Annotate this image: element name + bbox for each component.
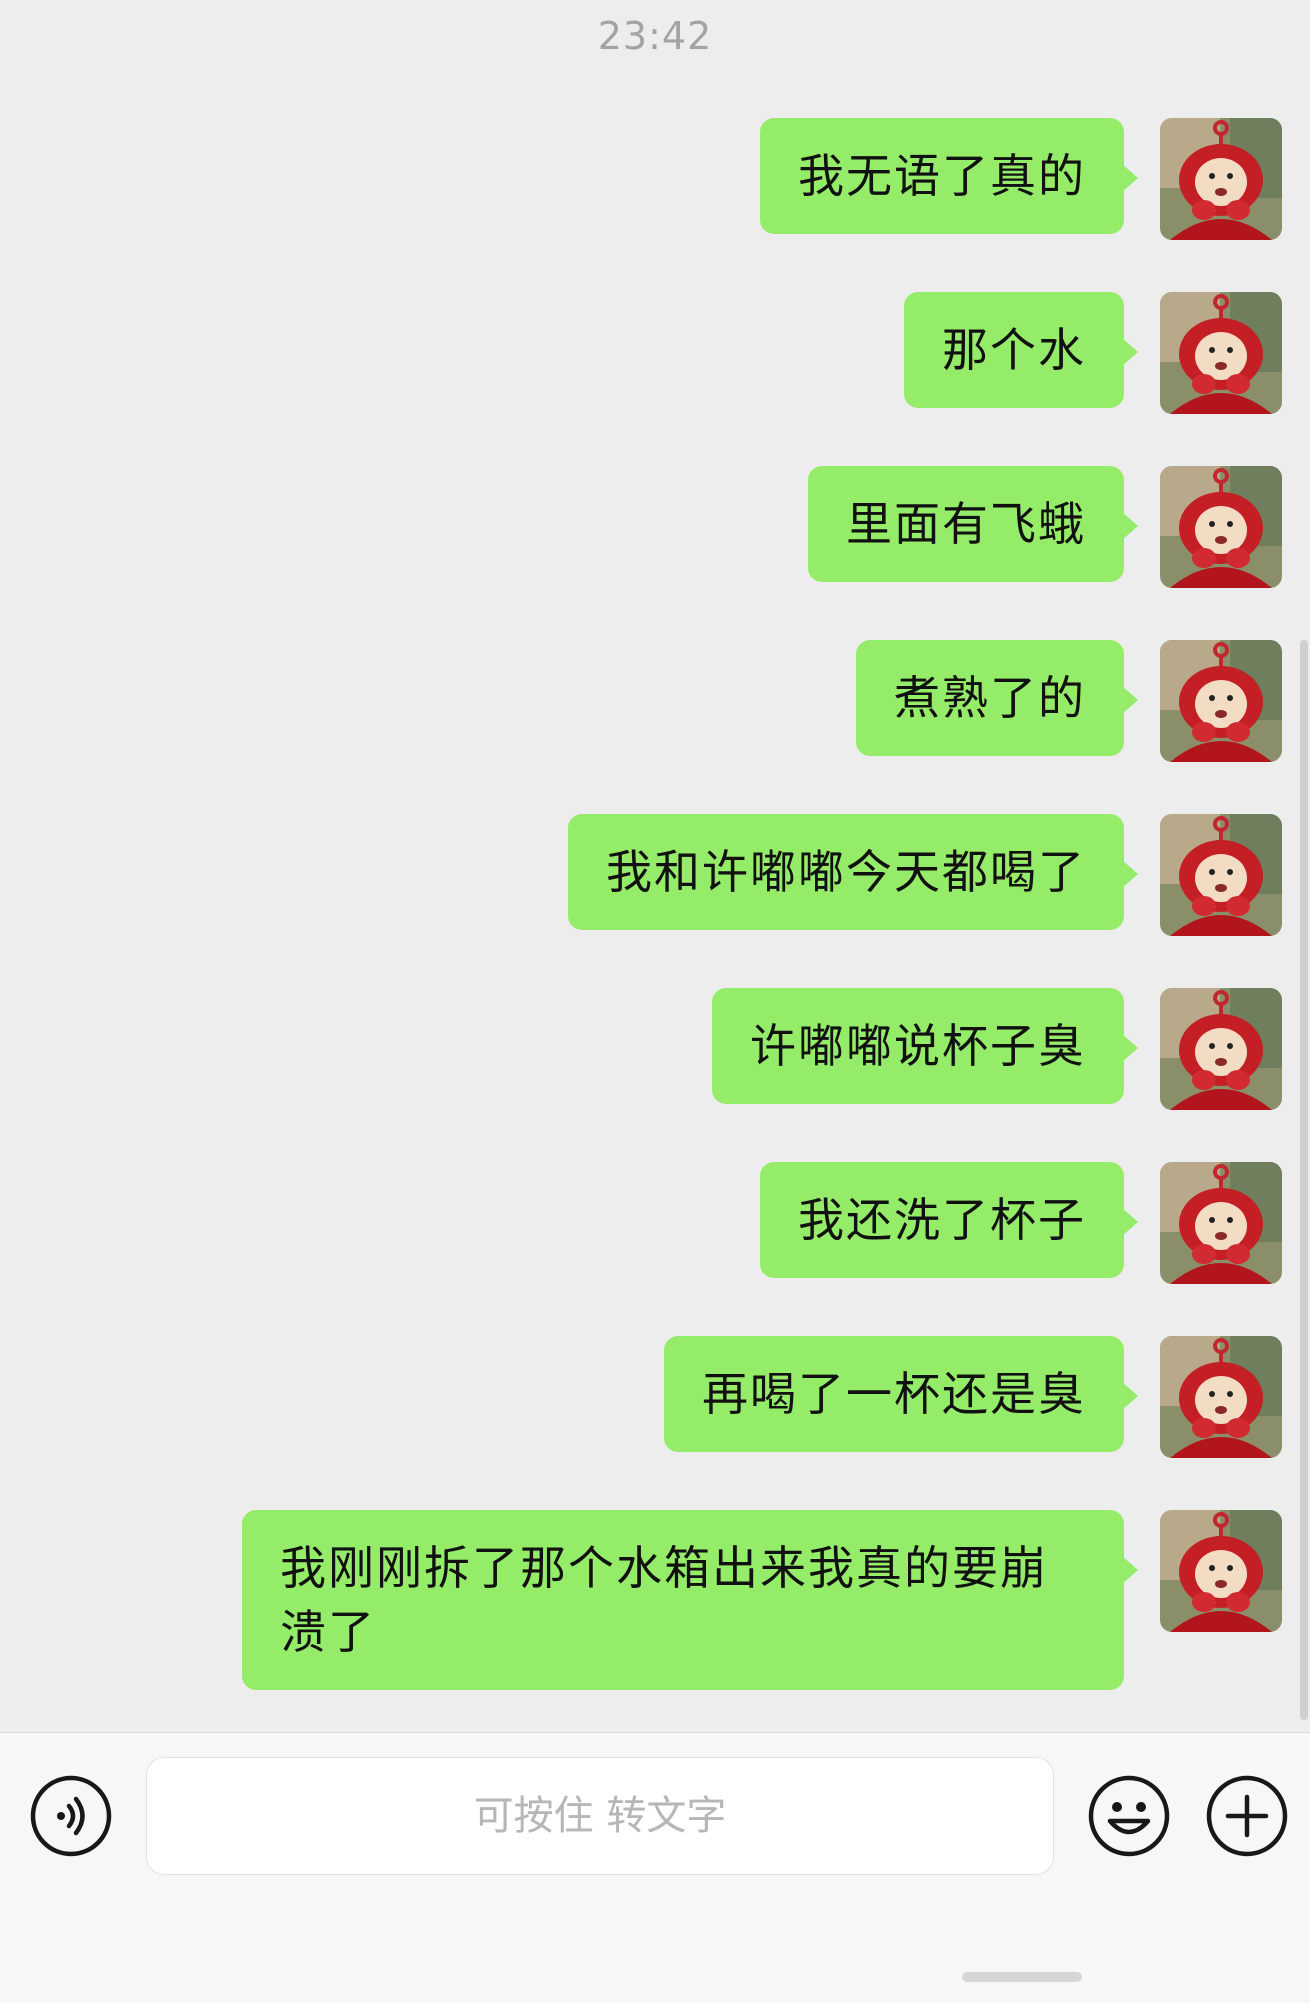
message-row: 我还洗了杯子 xyxy=(760,1162,1282,1284)
message-row: 那个水 xyxy=(904,292,1282,414)
message-row: 煮熟了的 xyxy=(856,640,1282,762)
input-bar xyxy=(0,1732,1310,2003)
avatar[interactable] xyxy=(1160,1336,1282,1458)
message-bubble[interactable]: 煮熟了的 xyxy=(856,640,1138,756)
message-row: 我刚刚拆了那个水箱出来我真的要崩溃了 xyxy=(242,1510,1282,1690)
avatar[interactable] xyxy=(1160,118,1282,240)
avatar[interactable] xyxy=(1160,814,1282,936)
emoji-icon[interactable] xyxy=(1088,1775,1170,1857)
message-row: 我和许嘟嘟今天都喝了 xyxy=(568,814,1282,936)
message-row: 里面有飞蛾 xyxy=(808,466,1282,588)
avatar[interactable] xyxy=(1160,1510,1282,1632)
message-row: 许嘟嘟说杯子臭 xyxy=(712,988,1282,1110)
message-bubble[interactable]: 我和许嘟嘟今天都喝了 xyxy=(568,814,1138,930)
message-bubble[interactable]: 那个水 xyxy=(904,292,1138,408)
avatar[interactable] xyxy=(1160,466,1282,588)
message-row: 再喝了一杯还是臭 xyxy=(664,1336,1282,1458)
message-bubble[interactable]: 许嘟嘟说杯子臭 xyxy=(712,988,1138,1104)
message-bubble[interactable]: 再喝了一杯还是臭 xyxy=(664,1336,1138,1452)
avatar[interactable] xyxy=(1160,1162,1282,1284)
avatar[interactable] xyxy=(1160,640,1282,762)
message-bubble[interactable]: 我还洗了杯子 xyxy=(760,1162,1138,1278)
voice-icon[interactable] xyxy=(30,1775,112,1857)
message-bubble[interactable]: 我无语了真的 xyxy=(760,118,1138,234)
message-input[interactable] xyxy=(146,1757,1054,1875)
message-bubble[interactable]: 我刚刚拆了那个水箱出来我真的要崩溃了 xyxy=(242,1510,1138,1690)
plus-icon[interactable] xyxy=(1206,1775,1288,1857)
message-bubble[interactable]: 里面有飞蛾 xyxy=(808,466,1138,582)
avatar[interactable] xyxy=(1160,988,1282,1110)
home-indicator xyxy=(962,1972,1082,1982)
message-row: 我无语了真的 xyxy=(760,118,1282,240)
timestamp: 23:42 xyxy=(597,14,713,58)
avatar[interactable] xyxy=(1160,292,1282,414)
scrollbar[interactable] xyxy=(1300,640,1308,1720)
